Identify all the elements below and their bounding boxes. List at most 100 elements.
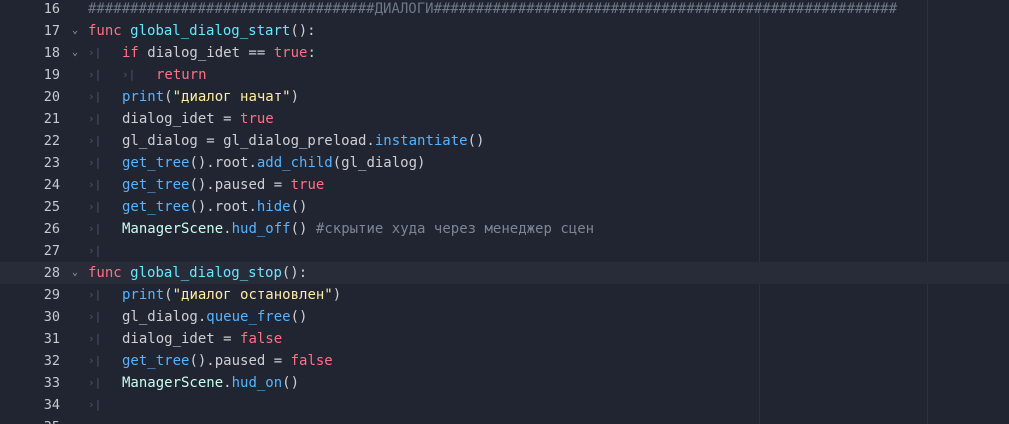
code-token: if bbox=[122, 45, 139, 61]
line-number: 27 bbox=[43, 243, 60, 259]
code-line[interactable]: 29 ›| print("диалог остановлен") bbox=[0, 284, 1009, 306]
code-line[interactable]: 34 ›| bbox=[0, 394, 1009, 416]
code-token: get_tree bbox=[122, 199, 190, 215]
code-text: gl_dialog.queue_free() bbox=[122, 306, 307, 328]
line-number: 26 bbox=[43, 221, 60, 237]
code-token: dialog_idet == bbox=[138, 45, 274, 61]
tab-indent-icon: ›| bbox=[88, 156, 102, 169]
code-line[interactable]: 24 ›| get_tree().paused = true bbox=[0, 174, 1009, 196]
code-token: add_child bbox=[256, 155, 333, 171]
tab-indent-icon: ›| bbox=[88, 398, 102, 411]
line-number: 25 bbox=[43, 199, 60, 215]
fold-chevron-icon[interactable]: ⌄ bbox=[69, 47, 81, 59]
code-token: hide bbox=[256, 199, 291, 215]
line-number: 21 bbox=[43, 111, 60, 127]
code-token: print bbox=[122, 89, 165, 105]
line-number: 31 bbox=[43, 331, 60, 347]
code-token: get_tree bbox=[122, 155, 190, 171]
code-token: ( bbox=[164, 287, 173, 303]
code-text: if dialog_idet == true: bbox=[122, 42, 316, 64]
tab-indent-icon: ›| bbox=[122, 68, 136, 81]
code-token: . bbox=[223, 375, 232, 391]
code-token: true bbox=[290, 177, 325, 193]
code-token: hud_on bbox=[231, 375, 283, 391]
tab-indent-icon: ›| bbox=[88, 68, 102, 81]
code-text: ManagerScene.hud_off() #скрытие худа чер… bbox=[122, 218, 594, 240]
code-token: ) bbox=[290, 89, 300, 105]
code-line[interactable]: 28 ⌄ func global_dialog_stop(): bbox=[0, 262, 1009, 284]
code-line[interactable]: 16 ##################################ДИАЛ… bbox=[0, 0, 1009, 20]
fold-chevron-icon[interactable]: ⌄ bbox=[69, 267, 81, 279]
code-line[interactable]: 20 ›| print("диалог начат") bbox=[0, 86, 1009, 108]
code-token: "диалог начат" bbox=[172, 89, 291, 105]
code-line[interactable]: 21 ›| dialog_idet = true bbox=[0, 108, 1009, 130]
code-token: () bbox=[290, 309, 308, 325]
tab-indent-icon: ›| bbox=[88, 46, 102, 59]
code-token: false bbox=[240, 331, 283, 347]
code-text: get_tree().paused = false bbox=[122, 350, 333, 372]
code-line[interactable]: 30 ›| gl_dialog.queue_free() bbox=[0, 306, 1009, 328]
tab-indent-icon: ›| bbox=[88, 90, 102, 103]
tab-indent-icon: ›| bbox=[88, 332, 102, 345]
code-line[interactable]: 19 ›| ›| return bbox=[0, 64, 1009, 86]
line-number: 17 bbox=[43, 23, 60, 39]
code-token: ManagerScene bbox=[122, 375, 224, 391]
code-text: dialog_idet = true bbox=[122, 108, 274, 130]
line-number: 29 bbox=[43, 287, 60, 303]
fold-chevron-icon[interactable]: ⌄ bbox=[69, 25, 81, 37]
code-text: return bbox=[156, 64, 207, 86]
line-number: 16 bbox=[43, 1, 60, 17]
code-token: get_tree bbox=[122, 177, 190, 193]
code-text: gl_dialog = gl_dialog_preload.instantiat… bbox=[122, 130, 484, 152]
code-text: dialog_idet = false bbox=[122, 328, 282, 350]
code-token: "диалог остановлен" bbox=[172, 287, 333, 303]
code-line[interactable]: 22 ›| gl_dialog = gl_dialog_preload.instan… bbox=[0, 130, 1009, 152]
code-text: func global_dialog_start(): bbox=[88, 20, 316, 42]
code-token: ().paused = bbox=[189, 177, 291, 193]
code-line[interactable]: 18 ⌄ ›| if dialog_idet == true: bbox=[0, 42, 1009, 64]
code-token: return bbox=[156, 67, 207, 83]
code-token: true bbox=[240, 111, 274, 127]
code-line[interactable]: 23 ›| get_tree().root.add_child(gl_dialog) bbox=[0, 152, 1009, 174]
line-number: 18 bbox=[43, 45, 60, 61]
code-text: get_tree().root.hide() bbox=[122, 196, 307, 218]
code-token: global_dialog_stop bbox=[130, 265, 282, 281]
code-token: . bbox=[223, 221, 232, 237]
tab-indent-icon: ›| bbox=[88, 244, 102, 257]
code-line[interactable]: 17 ⌄ func global_dialog_start(): bbox=[0, 20, 1009, 42]
code-token: ( bbox=[164, 89, 173, 105]
tab-indent-icon: ›| bbox=[88, 112, 102, 125]
code-line[interactable]: 26 ›| ManagerScene.hud_off() #скрытие худа… bbox=[0, 218, 1009, 240]
code-token: func bbox=[88, 265, 122, 281]
line-number: 33 bbox=[43, 375, 60, 391]
code-text: ##################################ДИАЛОГ… bbox=[88, 0, 897, 20]
line-number: 34 bbox=[43, 397, 60, 413]
line-number: 32 bbox=[43, 353, 60, 369]
code-text: print("диалог остановлен") bbox=[122, 284, 341, 306]
code-token: ().root. bbox=[189, 199, 257, 215]
line-number: 22 bbox=[43, 133, 60, 149]
code-token: () bbox=[282, 375, 300, 391]
code-line[interactable]: 25 ›| get_tree().root.hide() bbox=[0, 196, 1009, 218]
code-text: func global_dialog_stop(): bbox=[88, 262, 307, 284]
code-line[interactable]: 32 ›| get_tree().paused = false bbox=[0, 350, 1009, 372]
code-line[interactable]: 33 ›| ManagerScene.hud_on() bbox=[0, 372, 1009, 394]
line-number: 28 bbox=[43, 265, 60, 281]
code-token: () bbox=[290, 199, 308, 215]
code-token: get_tree bbox=[122, 353, 190, 369]
line-number: 30 bbox=[43, 309, 60, 325]
code-token: ManagerScene bbox=[122, 221, 224, 237]
code-token: dialog_idet = bbox=[122, 111, 241, 127]
tab-indent-icon: ›| bbox=[88, 134, 102, 147]
code-line[interactable]: 31 ›| dialog_idet = false bbox=[0, 328, 1009, 350]
code-token: true bbox=[273, 45, 308, 61]
code-line[interactable]: 35 bbox=[0, 416, 1009, 424]
code-token: ().paused = bbox=[189, 353, 291, 369]
tab-indent-icon: ›| bbox=[88, 354, 102, 367]
code-line[interactable]: 27 ›| bbox=[0, 240, 1009, 262]
tab-indent-icon: ›| bbox=[88, 376, 102, 389]
line-number: 19 bbox=[43, 67, 60, 83]
line-number: 20 bbox=[43, 89, 60, 105]
code-editor[interactable]: 16 ##################################ДИАЛ… bbox=[0, 0, 1009, 424]
